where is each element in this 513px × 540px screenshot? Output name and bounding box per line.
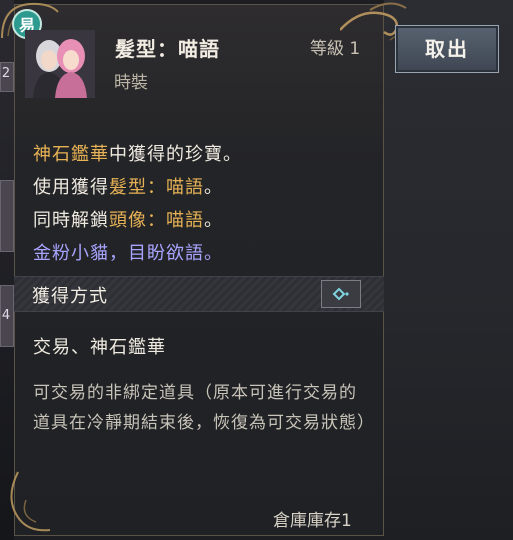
trade-note: 可交易的非綁定道具（原本可進行交易的道具在冷靜期結束後，恢復為可交易狀態） xyxy=(33,383,375,433)
item-description: 神石鑑華中獲得的珍寶。 使用獲得髮型：喵語。 同時解鎖頭像：喵語。 金粉小貓，目… xyxy=(33,144,242,264)
ornament-corner-icon xyxy=(10,471,51,532)
item-portrait-icon xyxy=(25,30,95,98)
take-out-button[interactable]: 取出 xyxy=(395,25,499,73)
item-name: 髮型：喵語 xyxy=(115,37,220,61)
side-tile xyxy=(0,180,14,252)
item-category: 時裝 xyxy=(114,73,148,93)
chevron-right-icon xyxy=(332,287,349,301)
item-level: 等級 1 xyxy=(310,39,361,59)
acquire-source: 交易、神石鑑華 xyxy=(33,337,166,358)
acquire-expand-button[interactable] xyxy=(321,280,361,308)
background-right xyxy=(384,0,513,540)
warehouse-stock: 倉庫庫存1 xyxy=(273,511,352,531)
side-number: 2 xyxy=(1,66,11,81)
side-number: 4 xyxy=(1,308,11,323)
acquire-method-label: 獲得方式 xyxy=(32,286,108,307)
